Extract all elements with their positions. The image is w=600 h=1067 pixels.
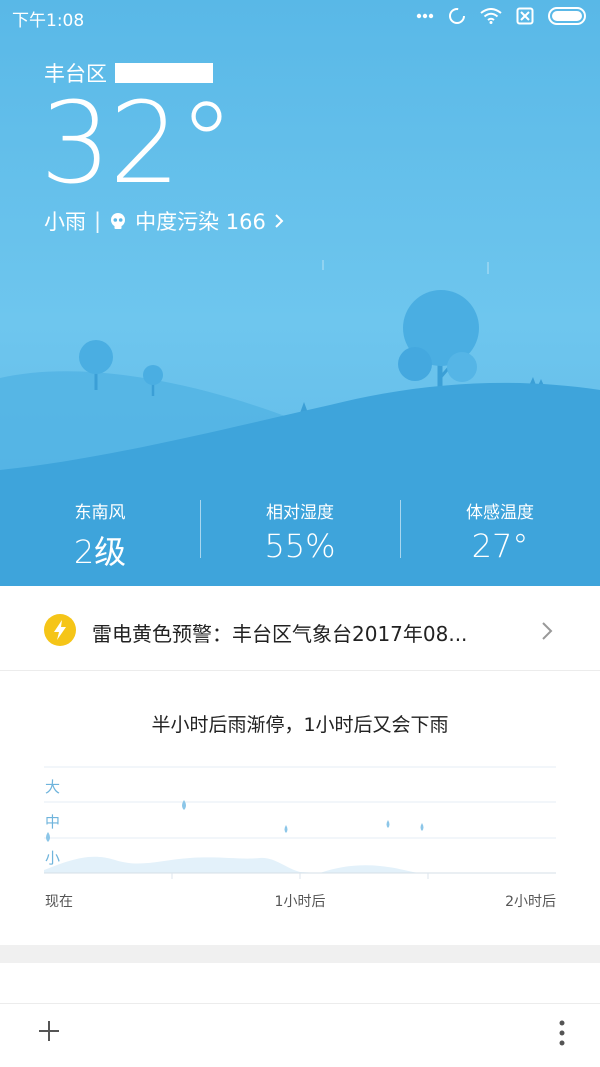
level-label-heavy: 大 [45,778,60,796]
bottom-bar [0,1003,600,1067]
stat-label: 东南风 [74,503,126,523]
alert-text: 雷电黄色预警：丰台区气象台2017年08... [92,622,468,646]
vertical-dots-icon[interactable] [556,1018,568,1048]
condition-row[interactable]: 小雨 | 中度污染 166 [44,206,284,236]
stat-humidity: 相对湿度 55% [200,490,400,570]
rain-drop [46,832,50,842]
status-icons [416,7,588,25]
time-label-1h: 1小时后 [275,894,326,910]
sync-icon [449,8,465,24]
status-bar: 下午1:08 [0,0,600,34]
time-label-now: 现在 [45,894,73,910]
rain-drop [386,820,390,828]
stat-wind: 东南风 2级 [0,490,200,571]
stats-row: 东南风 2级 相对湿度 55% 体感温度 27° [0,490,600,571]
stat-label: 体感温度 [466,503,534,523]
condition-text: 小雨 [44,210,86,234]
stat-value: 27° [471,527,529,565]
stat-feels-like: 体感温度 27° [400,490,600,570]
skull-icon [111,213,126,229]
status-time: 下午1:08 [12,11,85,31]
rain-drop [284,825,288,833]
rain-drops [46,800,424,842]
rain-drop [420,823,424,831]
divider: | [94,209,102,233]
chevron-right-icon [542,622,553,640]
wifi-icon [480,8,502,24]
stat-value: 2级 [73,533,127,571]
chevron-right-icon [275,214,284,228]
weather-hero: 下午1:08 丰台区 32° 小雨 | 中度污染 166 东南风 2级 相对湿度… [0,0,600,586]
level-label-light: 小 [45,849,60,867]
precip-area [44,856,420,873]
stat-value: 55% [264,527,336,565]
battery-icon [548,7,586,25]
more-dots-icon [416,13,434,19]
precip-summary: 半小时后雨渐停，1小时后又会下雨 [151,714,449,736]
plus-icon[interactable] [36,1018,62,1044]
precip-chart: 大 中 小 现在 1小时后 2小时后 [44,766,556,910]
sim-off-icon [516,7,534,25]
stat-label: 相对湿度 [266,503,334,523]
lightning-icon [44,614,76,646]
current-temperature: 32° [40,79,235,209]
air-quality-text: 中度污染 166 [135,210,266,234]
time-label-2h: 2小时后 [505,894,556,910]
level-label-medium: 中 [45,813,60,831]
section-divider [0,945,600,963]
